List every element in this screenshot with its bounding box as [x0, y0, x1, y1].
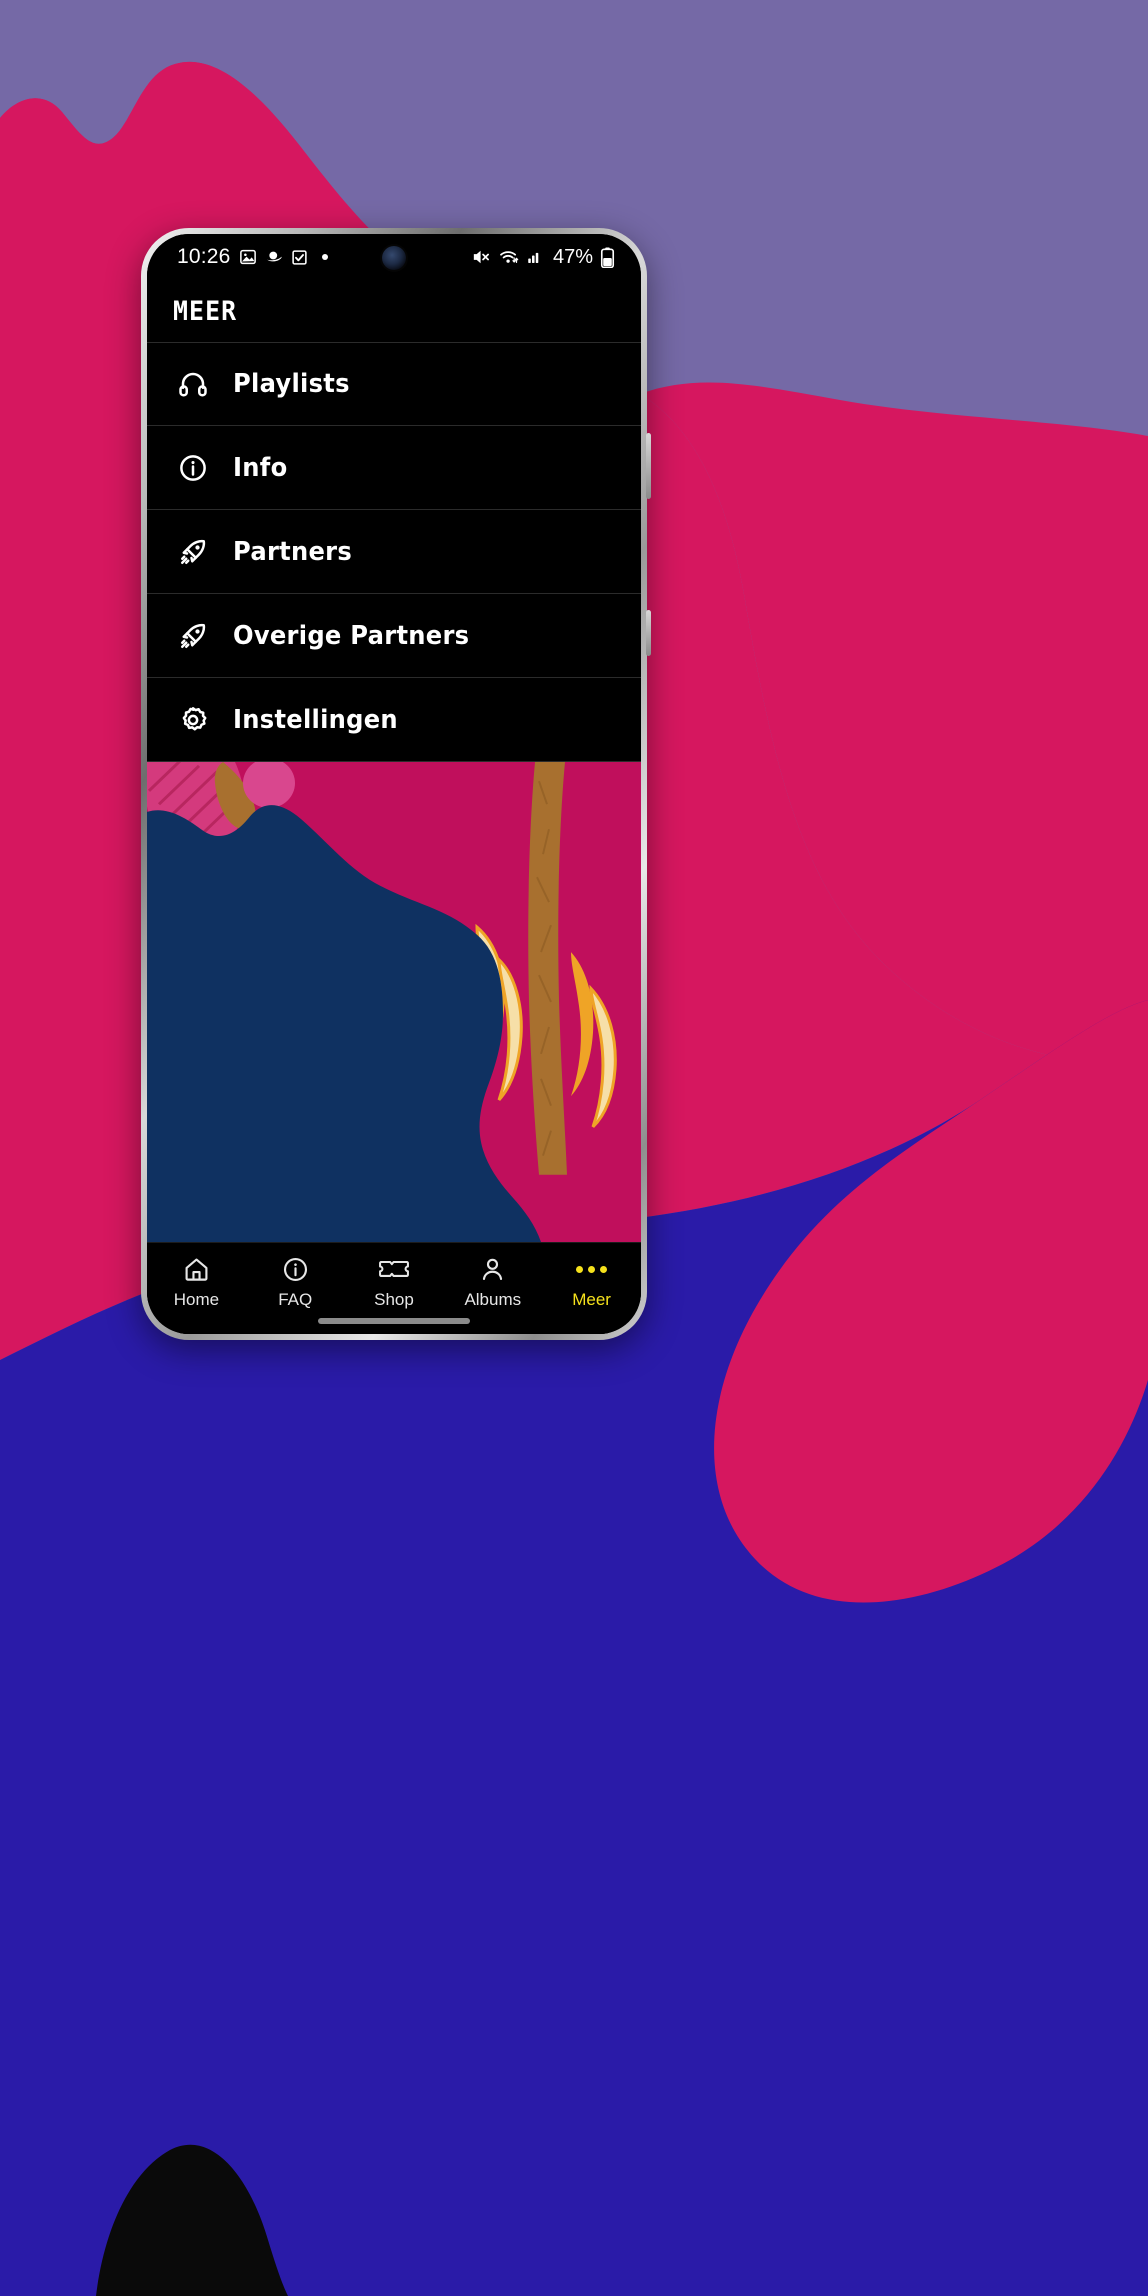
menu-item-playlists[interactable]: Playlists [147, 342, 641, 426]
menu-item-overige-partners[interactable]: Overige Partners [147, 594, 641, 678]
menu-item-label: Partners [233, 536, 353, 567]
info-circle-icon [173, 453, 213, 483]
menu-item-label: Instellingen [233, 704, 398, 735]
app-screen: 10:26 47% MEER Playlists Info Partners O… [147, 234, 641, 1334]
home-gesture-indicator[interactable] [318, 1318, 470, 1324]
hero-illustration [147, 762, 641, 1242]
nav-item-meer[interactable]: Meer [542, 1255, 641, 1310]
hero-image-area [147, 762, 641, 1242]
nav-item-albums[interactable]: Albums [443, 1255, 542, 1310]
rocket-icon [173, 537, 213, 567]
nav-item-home[interactable]: Home [147, 1255, 246, 1310]
menu-item-instellingen[interactable]: Instellingen [147, 678, 641, 762]
nav-item-shop[interactable]: Shop [345, 1255, 444, 1310]
phone-screen-bezel: 10:26 47% MEER Playlists Info Partners O… [147, 234, 641, 1334]
menu-item-info[interactable]: Info [147, 426, 641, 510]
nav-item-faq[interactable]: FAQ [246, 1255, 345, 1310]
status-bar-right: 47% [471, 246, 615, 269]
home-icon [183, 1255, 210, 1283]
cellular-signal-icon [526, 248, 544, 266]
photo-icon [239, 248, 257, 266]
volume-down-button[interactable] [646, 610, 651, 656]
ticket-icon [379, 1255, 409, 1283]
nav-item-label: Albums [464, 1290, 522, 1309]
front-camera-punchhole [382, 246, 406, 270]
headphones-icon [173, 369, 213, 399]
dot-indicator-icon [321, 254, 328, 260]
volume-up-button[interactable] [646, 433, 651, 499]
menu-item-label: Overige Partners [233, 620, 470, 651]
nav-item-label: Meer [572, 1290, 611, 1309]
app-header: MEER [147, 280, 641, 342]
battery-icon [600, 246, 615, 268]
status-bar-left: 10:26 [177, 245, 328, 269]
nav-item-label: FAQ [278, 1290, 313, 1309]
phone-device: 10:26 47% MEER Playlists Info Partners O… [141, 228, 651, 1340]
battery-percent-label: 47% [552, 245, 593, 268]
wifi-icon [498, 247, 519, 267]
mute-icon [471, 247, 491, 267]
page-title: MEER [173, 295, 238, 327]
more-menu-list: Playlists Info Partners Overige Partners… [147, 342, 641, 762]
checkbox-icon [291, 249, 308, 266]
info-circle-icon [282, 1255, 309, 1283]
nav-item-label: Shop [374, 1290, 414, 1309]
status-bar-clock: 10:26 [177, 245, 231, 268]
nav-item-label: Home [173, 1290, 220, 1309]
menu-item-label: Info [233, 452, 288, 483]
menu-item-partners[interactable]: Partners [147, 510, 641, 594]
saturn-icon [265, 248, 283, 266]
person-icon [479, 1255, 506, 1283]
rocket-icon [173, 621, 213, 651]
menu-item-label: Playlists [233, 369, 350, 399]
ellipsis-icon [576, 1255, 608, 1283]
gear-icon [173, 705, 213, 735]
